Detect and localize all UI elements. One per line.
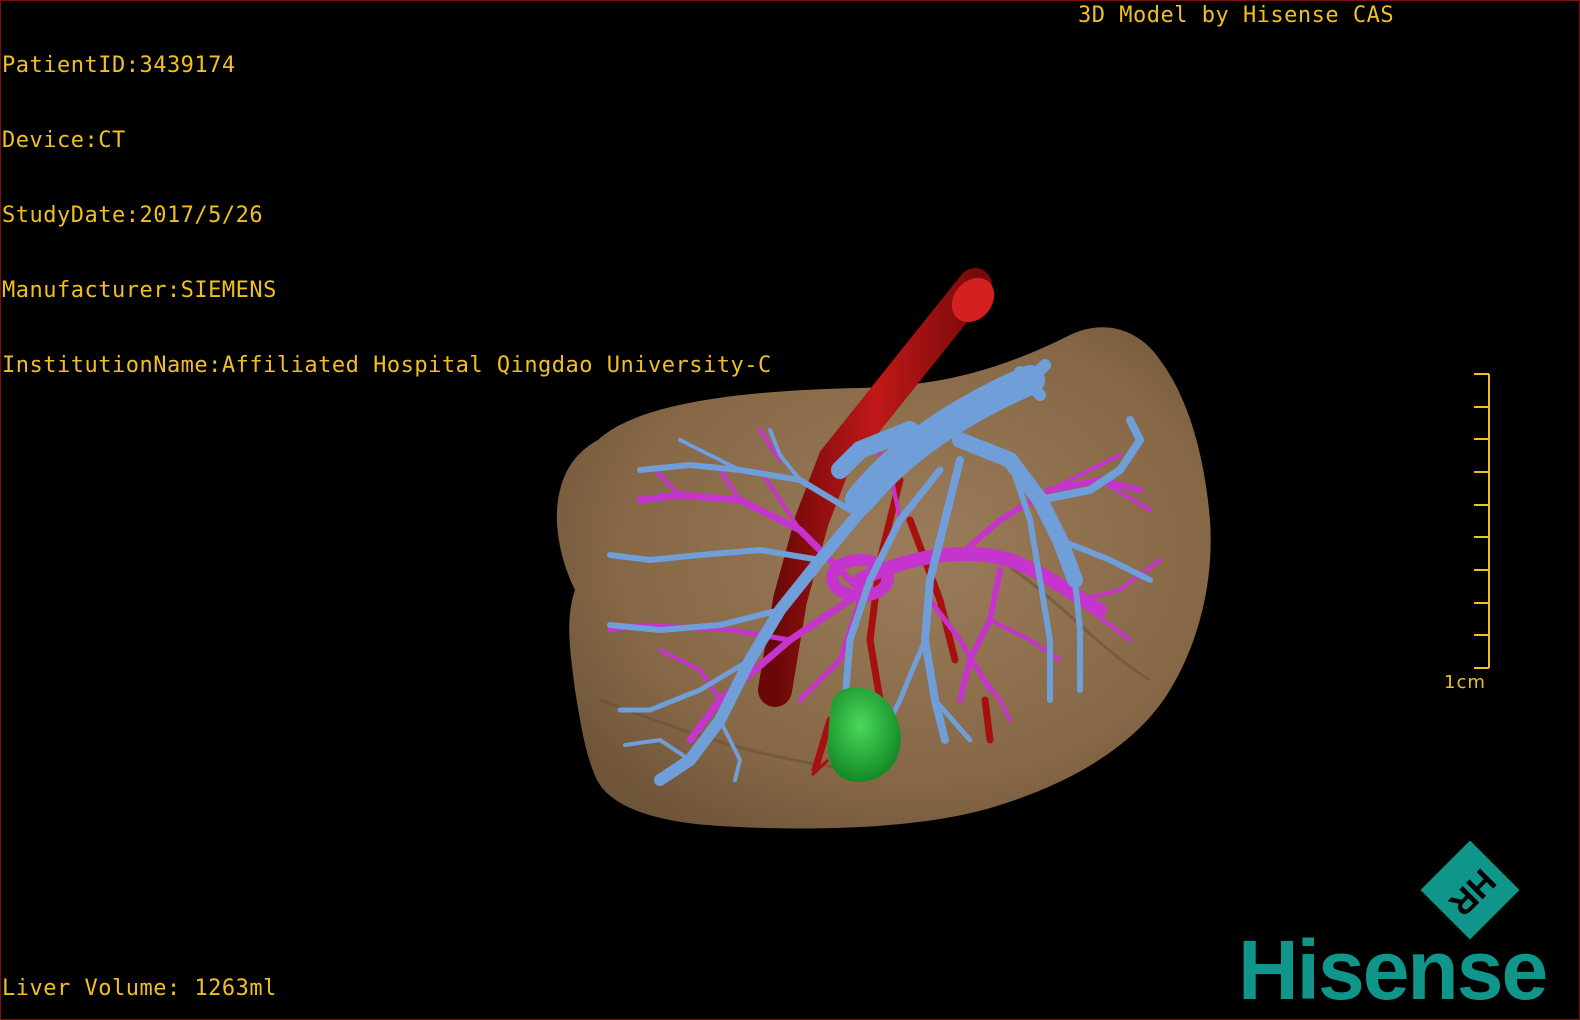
liver-volume-text: Liver Volume: 1263ml [2, 976, 277, 1001]
study-date-text: StudyDate:2017/5/26 [2, 203, 264, 228]
institution-name-text: InstitutionName:Affiliated Hospital Qing… [2, 353, 772, 378]
patient-id-text: PatientID:3439174 [2, 53, 236, 78]
device-text: Device:CT [2, 128, 126, 153]
hisense-wordmark: Hisense [1238, 923, 1548, 1017]
scale-ruler [1474, 373, 1490, 669]
model-credit-text: 3D Model by Hisense CAS [1078, 3, 1395, 28]
scale-label: 1cm [1444, 672, 1486, 693]
manufacturer-text: Manufacturer:SIEMENS [2, 278, 277, 303]
patient-info-overlay: PatientID:3439174 Device:CT StudyDate:20… [2, 3, 772, 403]
